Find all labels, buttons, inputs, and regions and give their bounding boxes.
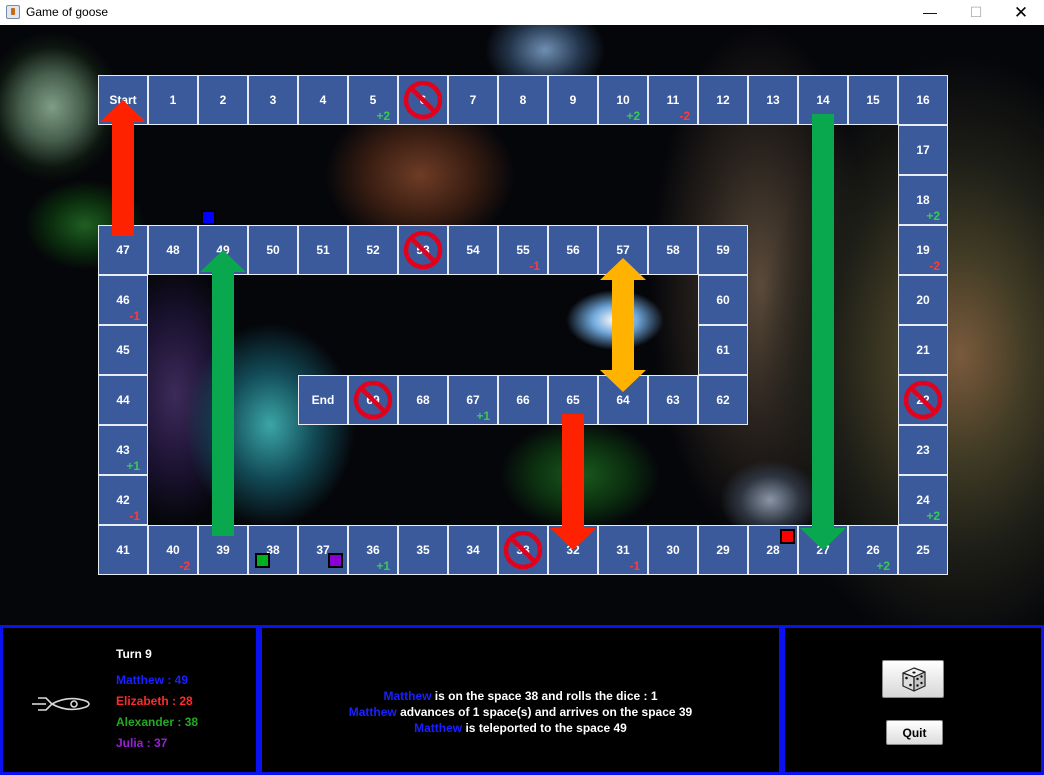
player-score: Alexander : 38 bbox=[116, 715, 199, 729]
game-board: Start12345+2678910+211-212131415161718+2… bbox=[0, 25, 1044, 625]
minimize-button[interactable]: — bbox=[907, 0, 953, 25]
dice-icon bbox=[902, 667, 926, 692]
java-app-icon bbox=[6, 5, 20, 19]
player-pawn bbox=[255, 553, 270, 568]
log-player-name: Matthew bbox=[348, 705, 397, 719]
player-score: Elizabeth : 28 bbox=[116, 694, 193, 708]
window-title: Game of goose bbox=[26, 5, 109, 19]
roll-dice-button[interactable] bbox=[882, 660, 944, 698]
log-player-name: Matthew bbox=[383, 689, 432, 703]
log-message: advances of 1 space(s) and arrives on th… bbox=[396, 705, 693, 719]
game-log-panel: Matthew is on the space 38 and rolls the… bbox=[259, 625, 782, 775]
close-button[interactable]: ✕ bbox=[998, 0, 1044, 25]
teleport-arrow bbox=[200, 250, 246, 536]
log-line: Matthew advances of 1 space(s) and arriv… bbox=[262, 704, 779, 720]
player-score: Matthew : 49 bbox=[116, 673, 189, 687]
turn-counter: Turn 9 bbox=[116, 647, 152, 661]
teleport-arrow-double bbox=[600, 258, 646, 392]
bottom-panels: Turn 9 Matthew : 49 Elizabeth : 28 Alexand… bbox=[0, 625, 1044, 775]
player-pawn bbox=[328, 553, 343, 568]
log-line: Matthew is teleported to the space 49 bbox=[262, 720, 779, 736]
log-line: Matthew is on the space 38 and rolls the… bbox=[262, 688, 779, 704]
board-arrows bbox=[100, 100, 846, 550]
log-message: is on the space 38 and rolls the dice : … bbox=[431, 689, 658, 703]
quit-button[interactable]: Quit bbox=[886, 720, 943, 745]
player-pawn bbox=[780, 529, 795, 544]
teleport-arrow bbox=[100, 100, 146, 236]
teleport-arrow bbox=[550, 414, 596, 550]
player-score: Julia : 37 bbox=[116, 736, 168, 750]
title-bar: Game of goose — ☐ ✕ bbox=[0, 0, 1044, 26]
rocket-ship-icon bbox=[32, 697, 90, 711]
log-player-name: Matthew bbox=[414, 721, 463, 735]
players-panel: Turn 9 Matthew : 49 Elizabeth : 28 Alexand… bbox=[0, 625, 259, 775]
log-message: is teleported to the space 49 bbox=[462, 721, 627, 735]
actions-panel: Quit bbox=[782, 625, 1044, 775]
maximize-button[interactable]: ☐ bbox=[953, 0, 999, 25]
player-pawn bbox=[201, 210, 216, 225]
game-log: Matthew is on the space 38 and rolls the… bbox=[262, 688, 779, 736]
teleport-arrow bbox=[800, 114, 846, 550]
